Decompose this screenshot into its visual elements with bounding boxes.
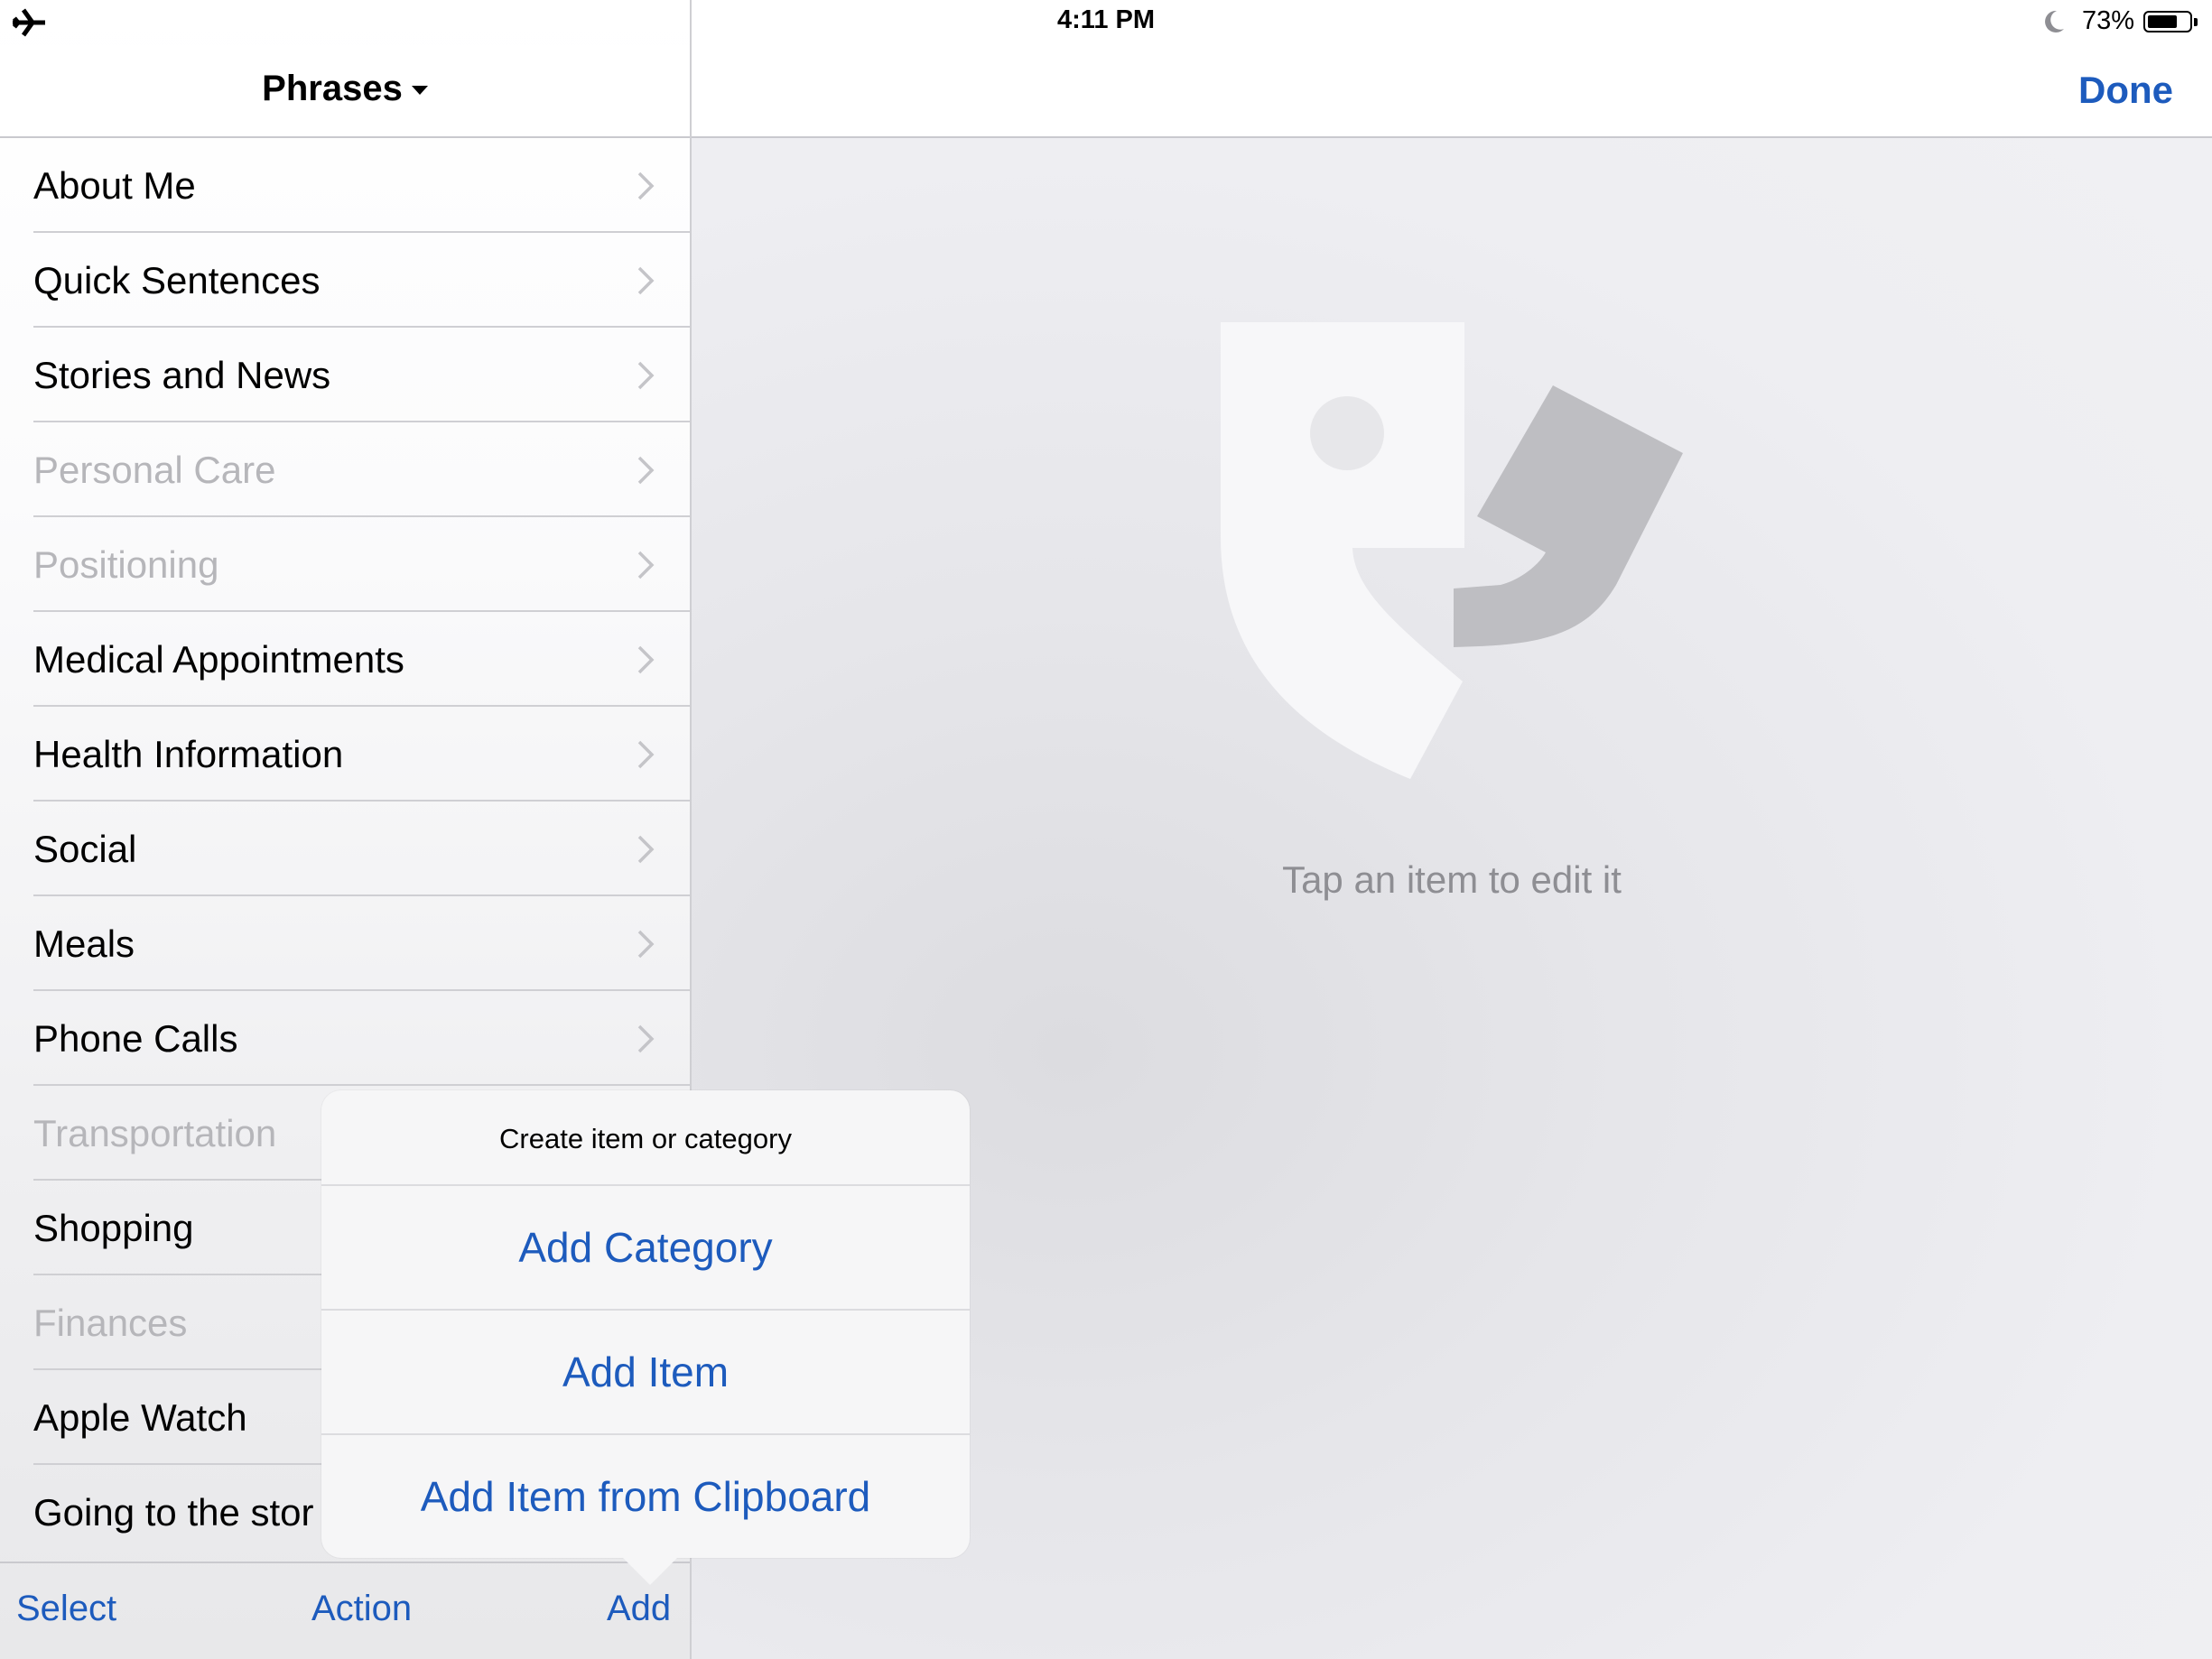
list-item[interactable]: Positioning <box>0 517 690 612</box>
list-item[interactable]: Personal Care <box>0 422 690 517</box>
edit-hint-text: Tap an item to edit it <box>1282 858 1622 901</box>
list-item[interactable]: About Me <box>0 138 690 233</box>
chevron-right-icon <box>637 835 655 864</box>
list-item-label: Quick Sentences <box>33 259 321 301</box>
add-button[interactable]: Add <box>607 1589 671 1629</box>
master-nav-bar: Phrases <box>0 45 690 138</box>
phrases-menu-button[interactable]: Phrases <box>0 69 690 109</box>
done-button[interactable]: Done <box>2078 69 2173 112</box>
list-item-label: Phone Calls <box>33 1017 238 1060</box>
chevron-right-icon <box>637 361 655 390</box>
list-item-label: Stories and News <box>33 354 331 396</box>
status-time: 4:11 PM <box>1057 5 1155 34</box>
list-item[interactable]: Phone Calls <box>0 991 690 1086</box>
list-item[interactable]: Meals <box>0 896 690 991</box>
app-logo-icon <box>1221 322 1683 779</box>
list-item[interactable]: Medical Appointments <box>0 612 690 707</box>
battery-icon <box>2143 11 2192 32</box>
chevron-right-icon <box>637 930 655 959</box>
list-item-label: Personal Care <box>33 449 276 491</box>
list-item-label: Finances <box>33 1302 188 1344</box>
status-bar: 4:11 PM 73% <box>0 0 2212 45</box>
chevron-right-icon <box>637 1024 655 1053</box>
list-item[interactable]: Stories and News <box>0 328 690 422</box>
popover-arrow <box>621 1556 679 1585</box>
list-item-label: Shopping <box>33 1207 194 1249</box>
detail-nav-bar <box>692 45 2212 138</box>
list-item-label: Medical Appointments <box>33 638 404 681</box>
chevron-right-icon <box>637 456 655 485</box>
select-button[interactable]: Select <box>16 1589 116 1629</box>
list-item-label: Health Information <box>33 733 344 775</box>
list-item-label: About Me <box>33 164 196 207</box>
chevron-right-icon <box>637 551 655 579</box>
battery-tip <box>2194 18 2198 26</box>
list-item[interactable]: Quick Sentences <box>0 233 690 328</box>
list-item-label: Meals <box>33 922 135 965</box>
chevron-right-icon <box>637 171 655 200</box>
create-popover: Create item or category Add Category Add… <box>321 1090 970 1558</box>
chevron-right-icon <box>637 645 655 674</box>
popover-title: Create item or category <box>321 1090 970 1186</box>
list-item-label: Going to the stor <box>33 1491 314 1534</box>
chevron-right-icon <box>637 740 655 769</box>
action-button[interactable]: Action <box>311 1589 412 1629</box>
add-category-button[interactable]: Add Category <box>321 1186 970 1311</box>
list-item[interactable]: Health Information <box>0 707 690 802</box>
list-item-label: Social <box>33 828 137 870</box>
add-item-from-clipboard-button[interactable]: Add Item from Clipboard <box>321 1435 970 1558</box>
nav-title-label: Phrases <box>262 69 403 108</box>
list-item[interactable]: Social <box>0 802 690 896</box>
add-item-button[interactable]: Add Item <box>321 1311 970 1435</box>
moon-icon <box>2045 10 2064 32</box>
list-item-label: Positioning <box>33 543 219 586</box>
chevron-right-icon <box>637 266 655 295</box>
master-toolbar: Select Action Add <box>0 1562 690 1659</box>
list-item-label: Transportation <box>33 1112 277 1154</box>
battery-percent: 73% <box>2082 6 2135 35</box>
battery-fill <box>2148 15 2178 28</box>
list-item-label: Apple Watch <box>33 1396 247 1439</box>
caret-down-icon <box>411 86 428 96</box>
